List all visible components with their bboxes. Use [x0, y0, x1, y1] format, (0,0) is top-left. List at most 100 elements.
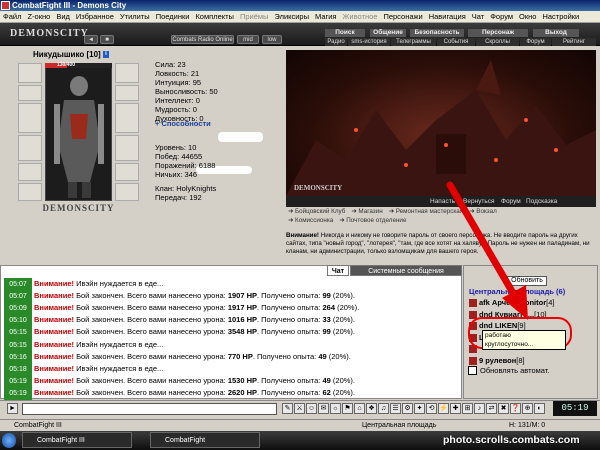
character-name[interactable]: Никудышико [10] i: [33, 50, 109, 59]
armor-slot[interactable]: [18, 135, 42, 161]
ring-slot-3[interactable]: [115, 183, 139, 201]
chat-message-text: . Получено опыта:: [257, 315, 323, 325]
send-icon[interactable]: ►: [7, 403, 18, 414]
user-name[interactable]: 9 рулевон: [479, 356, 516, 365]
boots-slot[interactable]: [115, 135, 139, 161]
toolbar-icon-2[interactable]: ☺: [306, 403, 317, 414]
toolbar-icon-17[interactable]: ⇄: [486, 403, 497, 414]
toolbar-icon-0[interactable]: ✎: [282, 403, 293, 414]
menu-item-13[interactable]: Чат: [469, 12, 487, 21]
toolbar-icon-7[interactable]: ❖: [366, 403, 377, 414]
chat-message-text: . Получено опыта:: [257, 291, 323, 301]
toolbar-icon-13[interactable]: ⚡: [438, 403, 449, 414]
nav-tab-4[interactable]: Выход: [533, 29, 579, 37]
gloves-slot[interactable]: [18, 183, 42, 201]
scene-link[interactable]: ➜ Бойцовский Клуб: [288, 208, 345, 215]
character-level: [10]: [86, 50, 101, 59]
toolbar-icon-10[interactable]: ⚙: [402, 403, 413, 414]
scene-link[interactable]: ➜ Магазин: [351, 208, 382, 215]
chat-timestamp[interactable]: 05:19: [4, 386, 32, 400]
toolbar-icon-8[interactable]: ♫: [378, 403, 389, 414]
nav-sub-5[interactable]: Форум: [520, 38, 551, 46]
radio-prev-button[interactable]: ◄: [84, 35, 98, 44]
chat-message-text: Бой закончен. Всего вами нанесено урона:: [74, 375, 228, 385]
earring-slot[interactable]: [115, 63, 139, 83]
nav-sub-4[interactable]: Скроллы: [476, 38, 519, 46]
shield-slot[interactable]: [115, 103, 139, 133]
clan-text[interactable]: Клан: HolyKnights: [155, 184, 216, 193]
chat-message-text: Бой закончен. Всего вами нанесено урона:: [74, 303, 228, 313]
menu-item-1[interactable]: Z-окно: [24, 12, 53, 21]
menu-item-6[interactable]: Комплекты: [192, 12, 237, 21]
menu-item-3[interactable]: Избранное: [73, 12, 117, 21]
chat-message-text: (20%).: [335, 303, 360, 313]
chat-message-text: Ивэйн нуждается в еде...: [74, 339, 164, 349]
toolbar-icon-14[interactable]: ✚: [450, 403, 461, 414]
toolbar-icon-6[interactable]: ⌂: [354, 403, 365, 414]
menu-item-7[interactable]: Приёмы: [237, 12, 271, 21]
toolbar-icon-21[interactable]: ◐: [534, 403, 545, 414]
nav-sub-3[interactable]: События: [437, 38, 475, 46]
menu-item-8[interactable]: Эликсиры: [271, 12, 312, 21]
toolbar-icon-16[interactable]: ♪: [474, 403, 485, 414]
menu-item-14[interactable]: Форум: [487, 12, 516, 21]
toolbar-icon-15[interactable]: ⊞: [462, 403, 473, 414]
nav-tab-2[interactable]: Безопасность: [410, 29, 464, 37]
message-input[interactable]: [22, 403, 277, 415]
toolbar-icon-5[interactable]: ⚑: [342, 403, 353, 414]
nav-sub-6[interactable]: Рейтинг: [552, 38, 596, 46]
toolbar-icon-12[interactable]: ⟲: [426, 403, 437, 414]
ring-slot-2[interactable]: [115, 163, 139, 181]
character-avatar[interactable]: [45, 63, 112, 201]
tab-chat[interactable]: Чат: [327, 265, 349, 276]
radio-low-button[interactable]: low: [262, 35, 282, 44]
helmet-slot[interactable]: [18, 63, 42, 83]
chat-damage: 2620 НР: [227, 387, 257, 397]
menu-item-16[interactable]: Настройки: [539, 12, 582, 21]
radio-label[interactable]: Combats Radio Online: [171, 35, 234, 44]
info-icon[interactable]: i: [102, 51, 109, 59]
scene-link[interactable]: ➜ Комиссионка: [288, 217, 333, 224]
location-scene[interactable]: DEMONSCITY: [286, 50, 596, 196]
menu-item-10[interactable]: Животное: [340, 12, 381, 21]
toolbar-icon-9[interactable]: ☰: [390, 403, 401, 414]
online-user[interactable]: 9 рулевон[8]: [469, 356, 525, 366]
menu-item-5[interactable]: Поединки: [153, 12, 193, 21]
toolbar-icon-18[interactable]: ✖: [498, 403, 509, 414]
chat-damage: 770 НР: [227, 351, 253, 361]
weapon-slot[interactable]: [18, 103, 42, 133]
menu-item-9[interactable]: Магия: [312, 12, 340, 21]
nav-tab-3[interactable]: Персонаж: [468, 29, 528, 37]
ring-slot[interactable]: [115, 85, 139, 101]
taskbar-item-combatfight[interactable]: CombatFight III: [22, 432, 132, 448]
nav-tab-1[interactable]: Общение: [370, 29, 406, 37]
radio-stop-button[interactable]: ■: [100, 35, 114, 44]
auto-refresh-checkbox[interactable]: [468, 366, 477, 375]
toolbar-icon-20[interactable]: ⊕: [522, 403, 533, 414]
nav-sub-2[interactable]: Телеграммы: [391, 38, 436, 46]
menu-item-0[interactable]: Файл: [0, 12, 24, 21]
menu-item-15[interactable]: Окно: [516, 12, 539, 21]
scene-link[interactable]: ➜ Почтовое отделение: [339, 217, 406, 224]
radio-mid-button[interactable]: mid: [237, 35, 259, 44]
info-3: Ничьих: 346: [155, 170, 198, 179]
menu-item-4[interactable]: Утилиты: [117, 12, 153, 21]
chat-line: 05:15 Внимание! Бой закончен. Всего вами …: [4, 325, 355, 340]
toolbar-icon-1[interactable]: ⚔: [294, 403, 305, 414]
chat-line: 05:09 Внимание! Бой закончен. Всего вами …: [4, 301, 360, 316]
taskbar-item-combatfight-2[interactable]: CombatFight: [150, 432, 260, 448]
menu-item-11[interactable]: Персонажи: [380, 12, 425, 21]
nav-tab-0[interactable]: Поиск: [325, 29, 365, 37]
toolbar-icon-4[interactable]: ☼: [330, 403, 341, 414]
menu-item-2[interactable]: Вид: [53, 12, 73, 21]
abilities-link[interactable]: + Способности: [155, 119, 211, 128]
toolbar-icon-11[interactable]: ✦: [414, 403, 425, 414]
belt-slot[interactable]: [18, 163, 42, 181]
toolbar-icon-19[interactable]: ❓: [510, 403, 521, 414]
amulet-slot[interactable]: [18, 85, 42, 101]
nav-sub-0[interactable]: Радио: [325, 38, 347, 46]
toolbar-icon-3[interactable]: ✉: [318, 403, 329, 414]
nav-sub-1[interactable]: sms-история: [348, 38, 390, 46]
start-button[interactable]: [2, 433, 16, 448]
menu-item-12[interactable]: Навигация: [426, 12, 469, 21]
